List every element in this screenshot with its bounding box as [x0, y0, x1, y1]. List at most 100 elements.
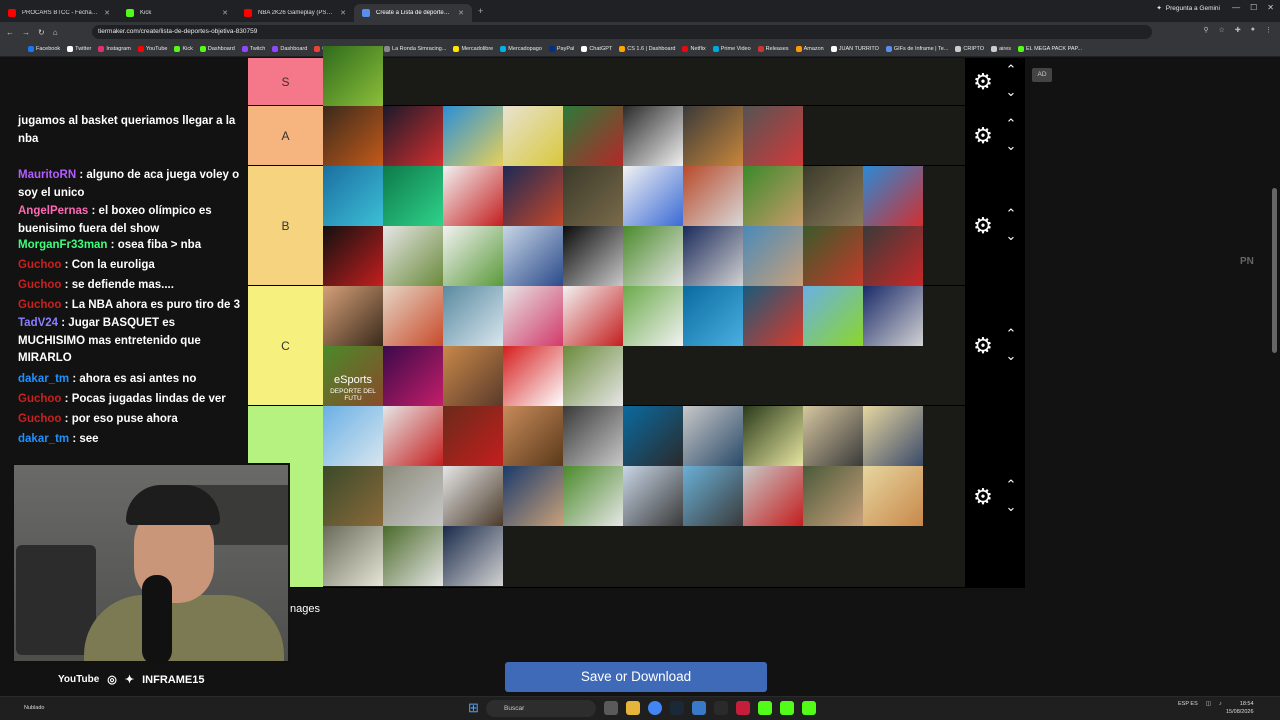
tier-item-image[interactable] [383, 286, 443, 346]
tier-item-image[interactable] [443, 526, 503, 586]
tier-item-image[interactable] [743, 166, 803, 226]
back-icon[interactable]: ← [6, 28, 14, 37]
gear-icon[interactable]: ⚙ [971, 334, 995, 358]
bookmark-item[interactable]: Kick [174, 46, 193, 52]
tier-item-image[interactable] [323, 526, 383, 586]
gear-icon[interactable]: ⚙ [971, 214, 995, 238]
tier-item-image[interactable] [503, 346, 563, 406]
chat-username[interactable]: dakar_tm [18, 373, 69, 385]
bookmark-item[interactable]: Netflix [682, 46, 706, 52]
photos-icon[interactable] [692, 701, 706, 715]
tier-item-image[interactable] [803, 406, 863, 466]
tier-item-image[interactable] [323, 166, 383, 226]
tier-item-image[interactable]: eSports DEPORTE DEL FUTU [323, 346, 383, 406]
clock[interactable]: 18:54 15/08/2026 [1226, 700, 1254, 716]
tier-item-image[interactable] [803, 166, 863, 226]
bookmark-item[interactable]: ChatGPT [581, 46, 612, 52]
bookmark-star-icon[interactable]: ☆ [1219, 26, 1225, 34]
tier-item-image[interactable] [683, 286, 743, 346]
tier-item-image[interactable] [503, 406, 563, 466]
tier-item-image[interactable] [863, 466, 923, 526]
weather-widget[interactable]: Nublado [24, 705, 45, 711]
bookmark-item[interactable]: EL MEGA PACK PAP... [1018, 46, 1082, 52]
tier-item-image[interactable] [563, 286, 623, 346]
steam-icon[interactable] [670, 701, 684, 715]
obs-icon[interactable] [736, 701, 750, 715]
url-field[interactable]: tiermaker.com/create/lista-de-deportes-o… [92, 25, 1152, 39]
maximize-icon[interactable]: ☐ [1250, 3, 1257, 12]
tier-item-image[interactable] [443, 406, 503, 466]
reload-icon[interactable]: ↻ [38, 28, 45, 37]
tier-item-image[interactable] [503, 166, 563, 226]
tier-item-image[interactable] [503, 466, 563, 526]
file-explorer-icon[interactable] [626, 701, 640, 715]
tier-item-image[interactable] [443, 106, 503, 166]
tier-item-image[interactable] [803, 286, 863, 346]
forward-icon[interactable]: → [22, 28, 30, 37]
bookmark-item[interactable]: YouTube [137, 46, 167, 52]
bookmark-item[interactable]: Dashboard [199, 46, 235, 52]
tier-item-image[interactable] [563, 106, 623, 166]
tier-item-image[interactable] [563, 406, 623, 466]
bookmark-item[interactable]: Dashboard [272, 46, 307, 52]
tier-item-image[interactable] [623, 226, 683, 286]
home-icon[interactable]: ⌂ [53, 28, 58, 37]
chevron-up-icon[interactable]: ⌃ [1001, 478, 1021, 491]
tier-item-image[interactable] [803, 466, 863, 526]
chevron-down-icon[interactable]: ⌄ [1001, 139, 1021, 152]
menu-icon[interactable]: ⋮ [1265, 26, 1272, 34]
bookmark-item[interactable]: CRIPTO [955, 46, 984, 52]
chevron-down-icon[interactable]: ⌄ [1001, 349, 1021, 362]
bookmark-item[interactable]: Mercadopago [500, 46, 542, 52]
tier-item-image[interactable] [683, 466, 743, 526]
bookmark-item[interactable]: Releases [757, 46, 789, 52]
gear-icon[interactable]: ⚙ [971, 70, 995, 94]
minimize-icon[interactable]: — [1232, 3, 1240, 12]
tier-item-image[interactable] [383, 466, 443, 526]
chevron-down-icon[interactable]: ⌄ [1001, 85, 1021, 98]
tier-item-image[interactable] [383, 526, 443, 586]
capcut-icon[interactable] [714, 701, 728, 715]
browser-tab[interactable]: Create a Lista de deportes (obje ✕ [354, 3, 472, 22]
new-tab-button[interactable]: + [472, 6, 489, 16]
tier-item-image[interactable] [563, 346, 623, 406]
zoom-icon[interactable]: ⚲ [1203, 26, 1208, 34]
tier-label[interactable]: B [248, 166, 323, 285]
extensions-icon[interactable]: ✚ [1235, 26, 1241, 34]
tier-item-image[interactable] [323, 286, 383, 346]
tier-item-image[interactable] [743, 406, 803, 466]
tier-item-image[interactable] [383, 166, 443, 226]
browser-tab[interactable]: Kick ✕ [118, 4, 236, 22]
tier-item-image[interactable] [563, 466, 623, 526]
browser-tab[interactable]: PROCARS BTCC - Fecha 2 - Cro ✕ [0, 4, 118, 22]
tier-item-image[interactable] [563, 226, 623, 286]
tab-close-icon[interactable]: ✕ [458, 9, 464, 17]
tier-item-image[interactable] [863, 286, 923, 346]
bookmark-item[interactable]: Instagram [98, 46, 131, 52]
chevron-up-icon[interactable]: ⌃ [1001, 207, 1021, 220]
tier-item-image[interactable] [623, 406, 683, 466]
taskbar-search[interactable]: Buscar [486, 700, 596, 717]
tier-item-image[interactable] [683, 106, 743, 166]
gear-icon[interactable]: ⚙ [971, 485, 995, 509]
tier-item-image[interactable] [383, 406, 443, 466]
language-indicator[interactable]: ESP ES [1178, 701, 1198, 707]
tier-item-image[interactable] [743, 106, 803, 166]
tier-item-image[interactable] [503, 106, 563, 166]
tier-label[interactable]: C [248, 286, 323, 405]
bookmark-item[interactable]: Twitter [67, 46, 91, 52]
tier-item-image[interactable] [323, 106, 383, 166]
tier-item-image[interactable] [743, 466, 803, 526]
tier-label[interactable]: A [248, 106, 323, 165]
tier-item-image[interactable] [623, 286, 683, 346]
bookmark-item[interactable]: Facebook [28, 46, 60, 52]
chevron-up-icon[interactable]: ⌃ [1001, 63, 1021, 76]
tier-item-image[interactable] [683, 406, 743, 466]
tier-item-image[interactable] [623, 166, 683, 226]
bookmark-item[interactable]: Amazon [795, 46, 824, 52]
chat-username[interactable]: Guchoo [18, 279, 61, 291]
tier-item-image[interactable] [623, 466, 683, 526]
gear-icon[interactable]: ⚙ [971, 124, 995, 148]
bookmark-item[interactable]: Twitch [241, 46, 265, 52]
chat-username[interactable]: Guchoo [18, 393, 61, 405]
